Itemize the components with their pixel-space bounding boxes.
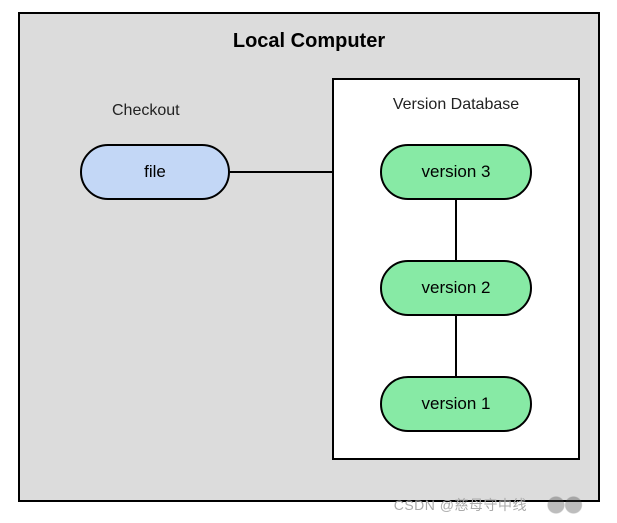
watermark-logo-icon bbox=[535, 493, 605, 517]
connector-v3-to-v2 bbox=[455, 200, 457, 260]
version-2-node: version 2 bbox=[380, 260, 532, 316]
local-computer-container: Local Computer Checkout file Version Dat… bbox=[18, 12, 600, 502]
file-node-label: file bbox=[144, 162, 166, 182]
watermark-text: CSDN @慈母守中线 bbox=[394, 495, 527, 515]
checkout-label: Checkout bbox=[112, 102, 180, 120]
version-node-label: version 2 bbox=[422, 278, 491, 298]
version-database-label: Version Database bbox=[334, 96, 578, 114]
connector-v2-to-v1 bbox=[455, 316, 457, 376]
version-3-node: version 3 bbox=[380, 144, 532, 200]
file-node: file bbox=[80, 144, 230, 200]
diagram-title: Local Computer bbox=[20, 30, 598, 53]
version-database-container: Version Database version 3 version 2 ver… bbox=[332, 78, 580, 460]
version-node-label: version 1 bbox=[422, 394, 491, 414]
version-node-label: version 3 bbox=[422, 162, 491, 182]
version-1-node: version 1 bbox=[380, 376, 532, 432]
